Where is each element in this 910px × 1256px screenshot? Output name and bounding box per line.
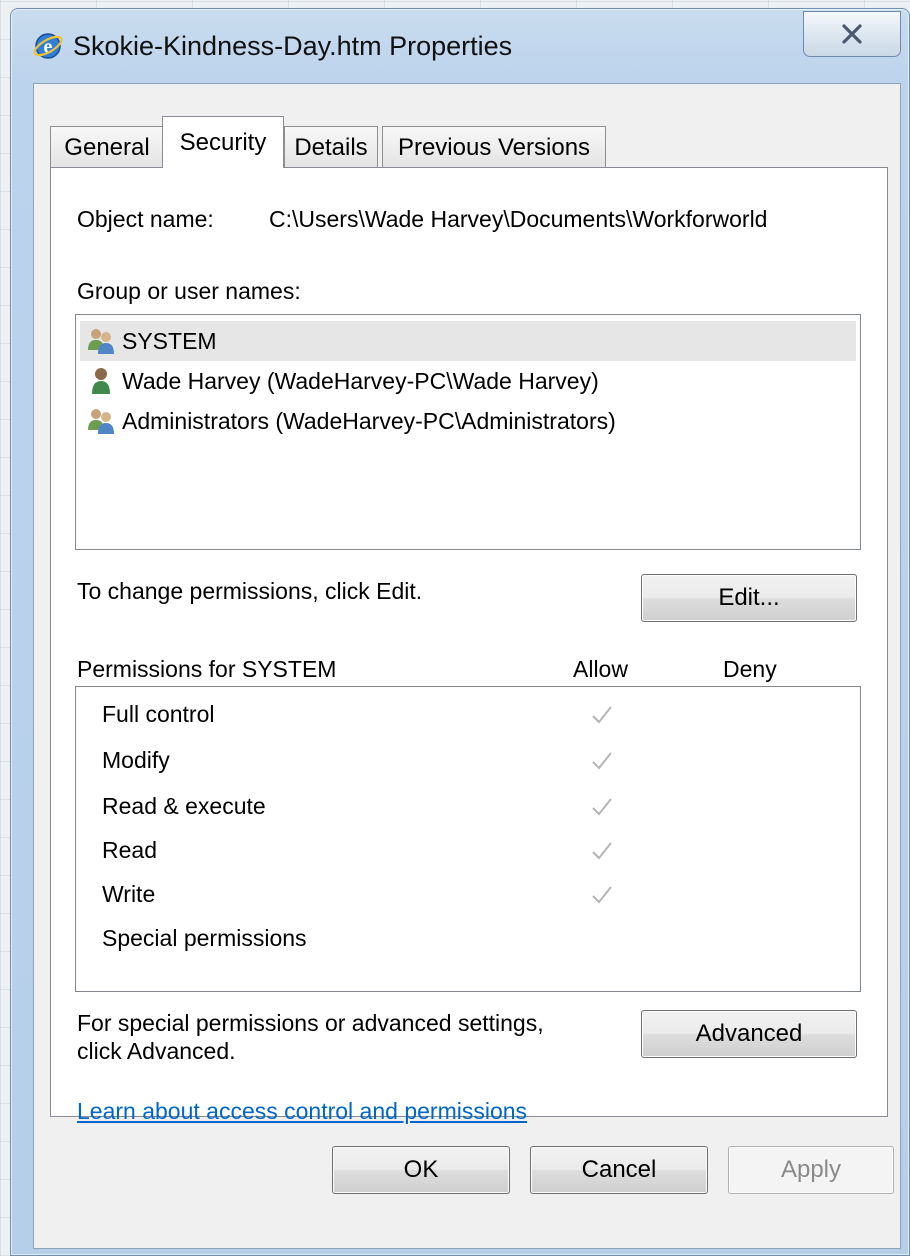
advanced-hint-line2: click Advanced. — [77, 1038, 236, 1064]
edit-button-label: Edit... — [718, 584, 780, 611]
user-name: Administrators (WadeHarvey-PC\Administra… — [122, 407, 616, 434]
properties-dialog: e Skokie-Kindness-Day.htm Properties Gen… — [10, 8, 910, 1256]
group-users-icon — [88, 329, 114, 354]
ok-button-label: OK — [403, 1156, 439, 1183]
group-or-user-names-label: Group or user names: — [77, 278, 301, 304]
user-name: Wade Harvey (WadeHarvey-PC\Wade Harvey) — [122, 367, 599, 394]
permissions-header: Permissions for SYSTEM — [77, 656, 337, 682]
close-icon — [842, 24, 862, 44]
edit-button[interactable]: Edit... — [641, 574, 857, 622]
learn-access-control-link[interactable]: Learn about access control and permissio… — [77, 1098, 527, 1125]
tab-details[interactable]: Details — [284, 126, 378, 168]
change-permissions-hint: To change permissions, click Edit. — [77, 578, 423, 604]
permission-full-control: Full control — [102, 701, 215, 727]
allow-column-header: Allow — [573, 656, 628, 682]
dialog-client-area: General Security Details Previous Versio… — [33, 83, 901, 1249]
allow-check-icon — [592, 706, 612, 724]
cancel-button-label: Cancel — [581, 1156, 657, 1183]
permission-write: Write — [102, 881, 156, 907]
title-bar[interactable]: e Skokie-Kindness-Day.htm Properties — [11, 9, 909, 89]
tab-label: Security — [179, 128, 267, 156]
permission-modify: Modify — [102, 747, 170, 773]
allow-check-icon — [592, 752, 612, 770]
advanced-button-label: Advanced — [695, 1020, 803, 1047]
tab-label: Details — [294, 133, 368, 161]
user-name: SYSTEM — [122, 327, 217, 354]
permission-read: Read — [102, 837, 157, 863]
window-title: Skokie-Kindness-Day.htm Properties — [73, 31, 513, 61]
tab-strip: General Security Details Previous Versio… — [50, 112, 890, 168]
ok-button[interactable]: OK — [332, 1146, 510, 1194]
user-list[interactable]: SYSTEM Wade Harvey (WadeHarvey-PC\Wade H… — [75, 314, 861, 550]
tab-security[interactable]: Security — [162, 116, 284, 168]
internet-explorer-icon: e — [33, 33, 63, 59]
permission-read-execute: Read & execute — [102, 793, 266, 819]
object-name-value: C:\Users\Wade Harvey\Documents\Workforwo… — [269, 206, 768, 232]
single-user-icon — [92, 368, 110, 394]
group-users-icon — [88, 409, 114, 434]
security-tab-panel: Object name: C:\Users\Wade Harvey\Docume… — [50, 167, 888, 1124]
apply-button[interactable]: Apply — [728, 1146, 894, 1194]
user-row-wade-harvey[interactable]: Wade Harvey (WadeHarvey-PC\Wade Harvey) — [80, 361, 856, 401]
permissions-list[interactable]: Full control Modify Read & execute Read … — [75, 686, 861, 992]
advanced-button[interactable]: Advanced — [641, 1010, 857, 1058]
apply-button-label: Apply — [780, 1156, 842, 1183]
tab-label: General — [64, 133, 150, 161]
tab-general[interactable]: General — [50, 126, 164, 168]
object-name-label: Object name: — [77, 206, 214, 232]
allow-check-icon — [592, 886, 612, 904]
allow-check-icon — [592, 798, 612, 816]
deny-column-header: Deny — [723, 656, 777, 682]
permission-special: Special permissions — [102, 925, 307, 951]
tab-label: Previous Versions — [397, 133, 591, 161]
tab-previous-versions[interactable]: Previous Versions — [382, 126, 606, 168]
user-row-administrators[interactable]: Administrators (WadeHarvey-PC\Administra… — [80, 401, 856, 441]
close-button[interactable] — [803, 11, 901, 57]
allow-check-icon — [592, 842, 612, 860]
advanced-hint-line1: For special permissions or advanced sett… — [77, 1010, 544, 1036]
user-row-system[interactable]: SYSTEM — [80, 321, 856, 361]
cancel-button[interactable]: Cancel — [530, 1146, 708, 1194]
